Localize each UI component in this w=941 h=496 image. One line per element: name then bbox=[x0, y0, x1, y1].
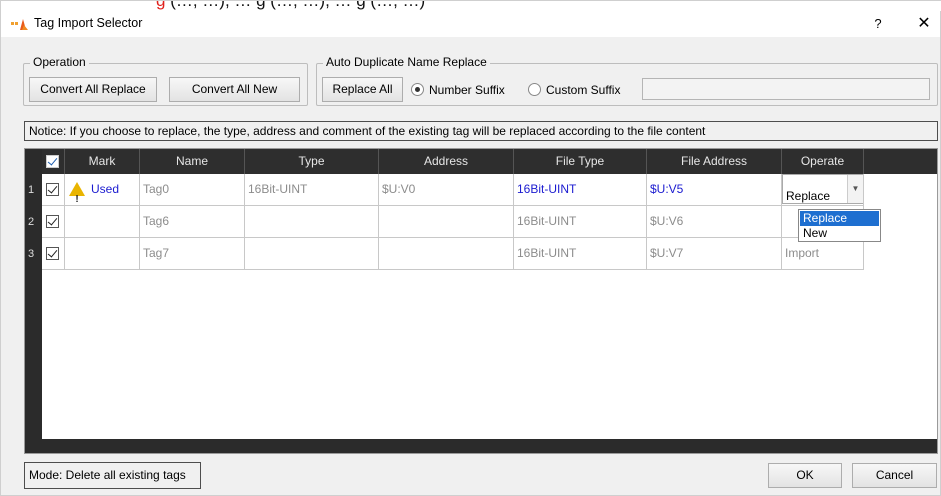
clipped-background-text: g (…, …), … g (…, …), … g (…, …) bbox=[1, 1, 941, 11]
header-file-address[interactable]: File Address bbox=[647, 149, 782, 174]
name-cell: Tag7 bbox=[140, 238, 245, 270]
mark-text: Used bbox=[91, 182, 120, 196]
mode-label: Mode: Delete all existing tags bbox=[24, 462, 201, 489]
dropdown-option-new[interactable]: New bbox=[800, 226, 879, 241]
notice-text: Notice: If you choose to replace, the ty… bbox=[24, 121, 938, 141]
type-cell bbox=[245, 238, 379, 270]
row-number: 3 bbox=[28, 248, 35, 260]
operation-legend: Operation bbox=[30, 55, 89, 69]
row-number: 1 bbox=[28, 184, 35, 196]
replace-all-button[interactable]: Replace All bbox=[322, 77, 403, 102]
number-suffix-label: Number Suffix bbox=[429, 83, 505, 97]
operate-cell[interactable]: Import bbox=[782, 238, 864, 270]
dialog-body: Operation Convert All Replace Convert Al… bbox=[1, 37, 940, 495]
ok-button[interactable]: OK bbox=[768, 463, 842, 488]
auto-duplicate-legend: Auto Duplicate Name Replace bbox=[323, 55, 490, 69]
row-checkbox-cell[interactable] bbox=[42, 238, 65, 270]
convert-all-new-button[interactable]: Convert All New bbox=[169, 77, 300, 102]
number-suffix-radio[interactable] bbox=[411, 83, 424, 96]
header-name[interactable]: Name bbox=[140, 149, 245, 174]
file-address-cell: $U:V6 bbox=[647, 206, 782, 238]
table-bottom-strip bbox=[42, 439, 937, 453]
close-button[interactable]: ✕ bbox=[914, 14, 934, 34]
address-cell bbox=[379, 206, 514, 238]
operation-group: Operation Convert All Replace Convert Al… bbox=[23, 55, 308, 106]
row-checkbox-cell[interactable] bbox=[42, 174, 65, 206]
chevron-down-icon[interactable]: ▼ bbox=[847, 175, 863, 203]
row-checkbox-cell[interactable] bbox=[42, 206, 65, 238]
row-checkbox[interactable] bbox=[46, 183, 59, 196]
tag-table: Mark Name Type Address File Type File Ad… bbox=[24, 148, 938, 454]
operate-value: Replace bbox=[786, 189, 831, 203]
convert-all-replace-button[interactable]: Convert All Replace bbox=[29, 77, 157, 102]
mark-cell bbox=[65, 238, 140, 270]
app-logo-icon bbox=[11, 19, 28, 30]
clipped-text: (…, …), … g (…, …), … g (…, …) bbox=[165, 1, 425, 10]
file-type-cell: 16Bit-UINT bbox=[514, 238, 647, 270]
auto-duplicate-group: Auto Duplicate Name Replace Replace All … bbox=[316, 55, 938, 106]
header-select-all[interactable] bbox=[42, 149, 65, 174]
name-cell: Tag0 bbox=[140, 174, 245, 206]
file-type-cell: 16Bit-UINT bbox=[514, 206, 647, 238]
table-header: Mark Name Type Address File Type File Ad… bbox=[42, 149, 937, 174]
tag-import-selector-dialog: g (…, …), … g (…, …), … g (…, …) Tag Imp… bbox=[0, 0, 941, 496]
mark-cell: ! Used bbox=[65, 174, 140, 206]
mark-cell bbox=[65, 206, 140, 238]
custom-suffix-label: Custom Suffix bbox=[546, 83, 621, 97]
select-all-checkbox[interactable] bbox=[46, 155, 59, 168]
row-checkbox[interactable] bbox=[46, 247, 59, 260]
custom-suffix-radio[interactable] bbox=[528, 83, 541, 96]
help-button[interactable]: ? bbox=[868, 14, 888, 34]
header-type[interactable]: Type bbox=[245, 149, 379, 174]
operate-dropdown-list: Replace New bbox=[798, 209, 881, 242]
operate-combobox[interactable]: Replace ▼ bbox=[782, 174, 863, 204]
name-cell: Tag6 bbox=[140, 206, 245, 238]
row-checkbox[interactable] bbox=[46, 215, 59, 228]
address-cell: $U:V0 bbox=[379, 174, 514, 206]
header-address[interactable]: Address bbox=[379, 149, 514, 174]
custom-suffix-input[interactable] bbox=[642, 78, 930, 100]
file-address-cell: $U:V5 bbox=[647, 174, 782, 206]
title-bar: Tag Import Selector ? ✕ bbox=[1, 11, 940, 37]
header-file-type[interactable]: File Type bbox=[514, 149, 647, 174]
warning-exclamation: ! bbox=[75, 194, 79, 205]
file-type-cell: 16Bit-UINT bbox=[514, 174, 647, 206]
dialog-title: Tag Import Selector bbox=[34, 16, 143, 30]
row-number: 2 bbox=[28, 216, 35, 228]
address-cell bbox=[379, 238, 514, 270]
dropdown-option-replace[interactable]: Replace bbox=[800, 211, 879, 226]
type-cell: 16Bit-UINT bbox=[245, 174, 379, 206]
header-operate[interactable]: Operate bbox=[782, 149, 864, 174]
operate-cell: Replace ▼ bbox=[782, 174, 864, 206]
file-address-cell: $U:V7 bbox=[647, 238, 782, 270]
cancel-button[interactable]: Cancel bbox=[852, 463, 937, 488]
type-cell bbox=[245, 206, 379, 238]
header-mark[interactable]: Mark bbox=[65, 149, 140, 174]
